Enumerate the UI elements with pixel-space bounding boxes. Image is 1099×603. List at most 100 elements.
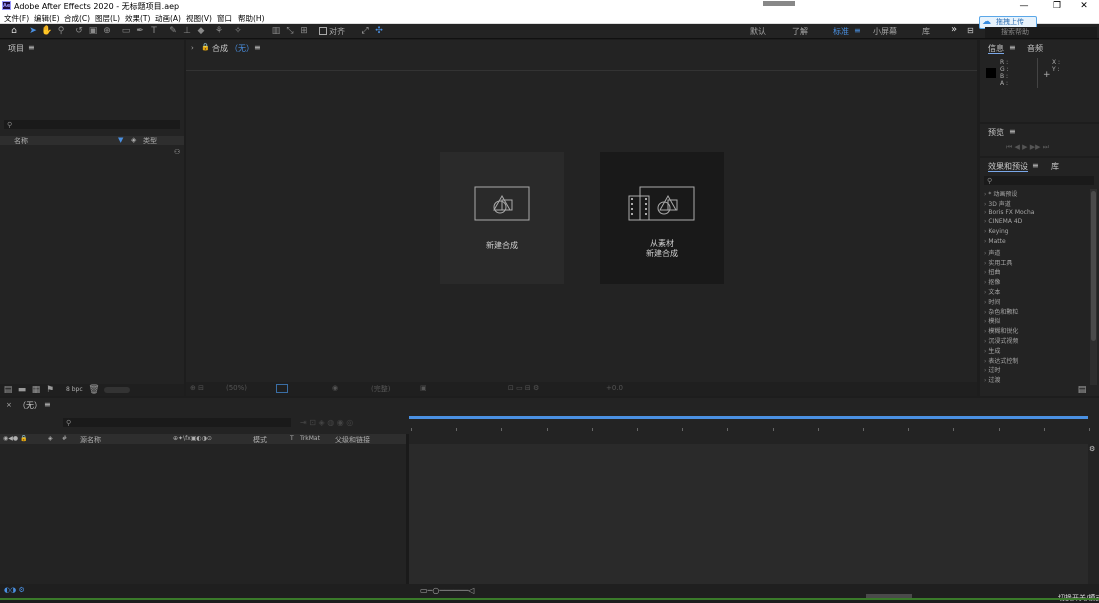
effects-tab[interactable]: 效果和预设: [988, 161, 1028, 172]
comp-panel-menu-icon[interactable]: ≡: [254, 43, 261, 52]
layer-number-col[interactable]: #: [62, 435, 67, 442]
comp-tab-value[interactable]: （无）: [230, 43, 254, 54]
mode-col[interactable]: 模式: [253, 435, 267, 445]
brush-tool-icon[interactable]: ✎: [167, 25, 179, 37]
audio-tab[interactable]: 音频: [1027, 43, 1043, 54]
menu-edit[interactable]: 编辑(E): [34, 13, 60, 24]
effects-category-item[interactable]: › 过渡: [984, 375, 1000, 384]
new-composition-card[interactable]: 新建合成: [440, 152, 564, 284]
grid-toggle-icon[interactable]: [276, 384, 288, 393]
zoom-dropdown[interactable]: (50%): [226, 384, 247, 392]
zoom-tool-icon[interactable]: ⚲: [55, 25, 67, 37]
minimize-button[interactable]: —: [1009, 0, 1039, 12]
effects-category-item[interactable]: › 沉浸式视频: [984, 336, 1018, 345]
layer-switches-icons[interactable]: ⊕✦\fx▣◐◑⊙: [173, 435, 212, 442]
timeline-panel-menu-icon[interactable]: ≡: [44, 400, 51, 409]
timeline-search-input[interactable]: ⚲: [63, 418, 291, 427]
effects-category-item[interactable]: › 生成: [984, 346, 1000, 355]
label-tag-icon[interactable]: ◈: [131, 136, 136, 144]
parent-link-col[interactable]: 父级和链接: [335, 435, 370, 445]
libraries-tab[interactable]: 库: [1051, 161, 1059, 172]
effects-search-input[interactable]: ⚲: [984, 176, 1094, 185]
timeline-tab-label[interactable]: （无）: [18, 400, 42, 411]
world-axis-icon[interactable]: ⤡: [284, 25, 296, 37]
new-composition-icon[interactable]: ▦: [30, 384, 42, 396]
effects-category-item[interactable]: › 实用工具: [984, 258, 1012, 267]
info-panel-menu-icon[interactable]: ≡: [1009, 43, 1016, 52]
effects-category-item[interactable]: › Matte: [984, 238, 1006, 245]
effects-scrollbar[interactable]: [1090, 189, 1097, 385]
search-help-input[interactable]: 搜索帮助: [985, 27, 1097, 38]
thumbnail-slider[interactable]: [104, 387, 130, 393]
roi-icon[interactable]: ▣: [420, 384, 427, 392]
preview-panel-menu-icon[interactable]: ≡: [1009, 127, 1016, 136]
hand-tool-icon[interactable]: ✋: [41, 25, 53, 37]
effects-category-item[interactable]: › 过时: [984, 365, 1000, 374]
effects-category-item[interactable]: › Keying: [984, 228, 1009, 235]
footer-toggle-icons[interactable]: ◐◑ ⚙: [4, 586, 25, 594]
av-switches-icons[interactable]: ◉◀● 🔒: [3, 435, 27, 442]
view-axis-icon[interactable]: ⊞: [298, 25, 310, 37]
pan-behind-tool-icon[interactable]: ⊕: [101, 25, 113, 37]
label-col-icon[interactable]: ◈: [48, 435, 53, 442]
effects-category-item[interactable]: › 模拟: [984, 316, 1000, 325]
effects-category-item[interactable]: › 声道: [984, 248, 1000, 257]
sort-arrow-icon[interactable]: ▼: [118, 136, 123, 144]
workspace-libraries[interactable]: 库: [922, 26, 930, 37]
workspace-standard[interactable]: 标准: [833, 26, 849, 37]
timeline-close-icon[interactable]: ×: [6, 401, 12, 409]
timeline-track-area[interactable]: [409, 444, 1088, 584]
menu-animation[interactable]: 动画(A): [155, 13, 181, 24]
info-tab[interactable]: 信息: [988, 43, 1004, 54]
rectangle-tool-icon[interactable]: ▭: [120, 25, 132, 37]
effects-panel-menu-icon[interactable]: ≡: [1032, 161, 1039, 170]
home-icon[interactable]: ⌂: [8, 25, 20, 37]
eraser-tool-icon[interactable]: ◆: [195, 25, 207, 37]
bpc-indicator[interactable]: 8 bpc: [66, 386, 83, 393]
comp-expand-icon[interactable]: ›: [191, 44, 194, 52]
playback-controls[interactable]: ⏮ ◀ ▶ ▶▶ ⏭: [1006, 143, 1049, 152]
puppet-tool-icon[interactable]: ✧: [232, 25, 244, 37]
adjustment-icon[interactable]: ⚑: [44, 384, 56, 396]
interpret-footage-icon[interactable]: ▤: [2, 384, 14, 396]
clone-stamp-tool-icon[interactable]: ⊥: [181, 25, 193, 37]
project-search-input[interactable]: ⚲: [4, 120, 180, 129]
text-tool-icon[interactable]: T: [148, 25, 160, 37]
pen-tool-icon[interactable]: ✒: [134, 25, 146, 37]
source-name-col[interactable]: 源名称: [80, 435, 101, 445]
timeline-switches-icons[interactable]: ⇥ ⊡ ◈ ◍ ◉ ◎: [300, 418, 353, 427]
selection-tool-icon[interactable]: ➤: [27, 25, 39, 37]
maximize-button[interactable]: ❐: [1042, 0, 1072, 12]
roto-brush-tool-icon[interactable]: ⚘: [213, 25, 225, 37]
project-panel-title[interactable]: 项目: [8, 43, 24, 54]
workspace-small-screen[interactable]: 小屏幕: [873, 26, 897, 37]
effects-category-item[interactable]: › 文本: [984, 287, 1000, 296]
workspace-default[interactable]: 默认: [750, 26, 766, 37]
menu-window[interactable]: 窗口: [217, 13, 232, 24]
delete-icon[interactable]: 🗑: [88, 384, 100, 396]
menu-effect[interactable]: 效果(T): [125, 13, 150, 24]
menu-composition[interactable]: 合成(C): [64, 13, 90, 24]
effects-category-item[interactable]: › Boris FX Mocha: [984, 209, 1034, 216]
effects-category-item[interactable]: › 3D 声道: [984, 199, 1011, 208]
new-folder-icon[interactable]: ▬: [16, 384, 28, 396]
effects-category-item[interactable]: › 抠像: [984, 277, 1000, 286]
trkmat-col[interactable]: TrkMat: [300, 435, 320, 442]
effects-scroll-thumb[interactable]: [1091, 191, 1096, 341]
more-workspaces-icon[interactable]: »: [951, 24, 957, 35]
menu-help[interactable]: 帮助(H): [238, 13, 265, 24]
search-help-toggle-icon[interactable]: ⊟: [967, 26, 974, 35]
t-col[interactable]: T: [290, 435, 294, 442]
magnification-icon[interactable]: ⊕ ⊟: [190, 384, 204, 392]
snapshot-icon[interactable]: ◉: [332, 384, 338, 392]
camera-tool-icon[interactable]: ▣: [87, 25, 99, 37]
snap-options-icon[interactable]: ✣: [373, 25, 385, 37]
align-checkbox[interactable]: [319, 27, 327, 35]
panel-menu-icon[interactable]: ≡: [28, 43, 35, 52]
comp-button-icon[interactable]: ⚙: [1089, 445, 1095, 453]
project-col-type[interactable]: 类型: [143, 136, 157, 146]
snap-icon[interactable]: ⤢: [359, 25, 371, 37]
resolution-dropdown[interactable]: (完整): [371, 384, 390, 394]
new-bin-icon[interactable]: ▤: [1076, 384, 1088, 396]
menu-file[interactable]: 文件(F): [4, 13, 29, 24]
